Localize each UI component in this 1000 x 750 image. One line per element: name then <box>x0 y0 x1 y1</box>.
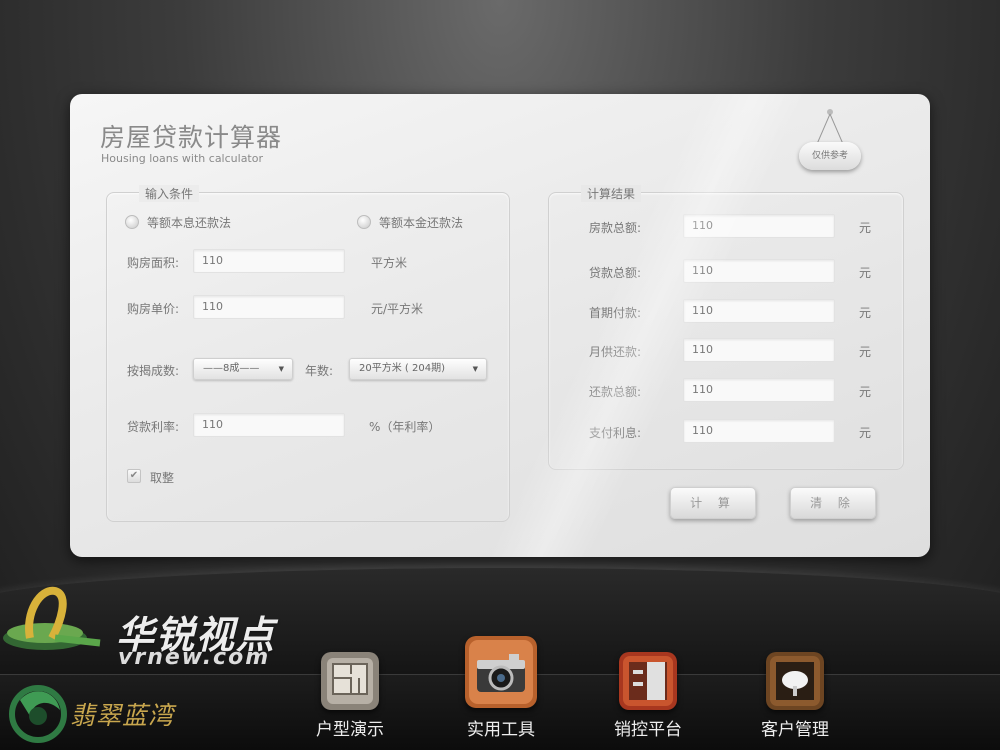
nav-item-sales-control[interactable]: 销控平台 <box>588 636 708 746</box>
price-unit: 元/平方米 <box>371 302 424 316</box>
result-total-price-value: 110 <box>683 214 835 238</box>
camera-icon <box>465 636 537 708</box>
rate-unit: %（年利率） <box>369 420 441 434</box>
result-monthly-payment-value: 110 <box>683 338 835 362</box>
ratio-label: 按揭成数: <box>127 364 180 378</box>
area-label: 购房面积: <box>127 256 180 270</box>
lamp-icon <box>766 652 824 710</box>
rate-input[interactable]: 110 <box>193 413 345 437</box>
results-legend: 计算结果 <box>581 185 642 202</box>
area-input[interactable]: 110 <box>193 249 345 273</box>
result-label: 支付利息: <box>589 426 642 440</box>
result-interest-value: 110 <box>683 419 835 443</box>
page-title: 房屋贷款计算器 <box>100 123 283 152</box>
result-down-payment-value: 110 <box>683 299 835 323</box>
radio-equal-interest-label: 等额本息还款法 <box>147 216 232 230</box>
radio-equal-interest[interactable] <box>125 215 139 229</box>
page-subtitle: Housing loans with calculator <box>101 152 263 165</box>
calculate-button[interactable]: 计 算 <box>670 487 756 519</box>
input-conditions-legend: 输入条件 <box>139 185 200 202</box>
result-unit: 元 <box>859 345 872 359</box>
result-unit: 元 <box>859 221 872 235</box>
result-label: 月供还款: <box>589 345 642 359</box>
result-label: 房款总额: <box>589 221 642 235</box>
clear-button[interactable]: 清 除 <box>790 487 876 519</box>
nav-label: 客户管理 <box>761 720 829 740</box>
nav-item-floorplan[interactable]: 户型演示 <box>290 636 410 746</box>
price-input[interactable]: 110 <box>193 295 345 319</box>
result-label: 贷款总额: <box>589 266 642 280</box>
radio-equal-principal[interactable] <box>357 215 371 229</box>
price-label: 购房单价: <box>127 302 180 316</box>
round-checkbox[interactable]: ✔ <box>127 469 141 483</box>
radio-equal-principal-label: 等额本金还款法 <box>379 216 464 230</box>
input-conditions-group: 输入条件 等额本息还款法 等额本金还款法 购房面积: 110 平方米 购房单价:… <box>106 185 510 522</box>
result-unit: 元 <box>859 385 872 399</box>
nav-label: 销控平台 <box>614 720 682 740</box>
checkmark-icon: ✔ <box>129 470 139 481</box>
result-label: 首期付款: <box>589 306 642 320</box>
nav-item-tools[interactable]: 实用工具 <box>441 636 561 746</box>
nav-label: 户型演示 <box>316 720 384 740</box>
watermark-url: vrnew.com <box>118 645 271 670</box>
nav-label: 实用工具 <box>467 720 535 740</box>
result-unit: 元 <box>859 426 872 440</box>
round-label: 取整 <box>150 471 175 485</box>
nav-item-customer-management[interactable]: 客户管理 <box>735 636 855 746</box>
years-select[interactable]: 20平方米 ( 204期) ▼ <box>349 358 487 380</box>
result-total-repayment-value: 110 <box>683 378 835 402</box>
floorplan-icon <box>321 652 379 710</box>
ratio-select-value: ——8成—— <box>203 363 260 374</box>
jade-bay-logo-icon <box>9 685 67 743</box>
years-select-value: 20平方米 ( 204期) <box>359 363 445 374</box>
ratio-select[interactable]: ——8成—— ▼ <box>193 358 293 380</box>
project-name: 翡翠蓝湾 <box>70 701 175 730</box>
result-unit: 元 <box>859 306 872 320</box>
calculator-panel: 房屋贷款计算器 Housing loans with calculator 仅供… <box>70 94 930 557</box>
chevron-down-icon: ▼ <box>472 365 478 373</box>
area-unit: 平方米 <box>371 256 408 270</box>
cabinet-icon <box>619 652 677 710</box>
vrnew-logo-icon <box>3 586 101 650</box>
rate-label: 贷款利率: <box>127 420 180 434</box>
result-total-loan-value: 110 <box>683 259 835 283</box>
result-unit: 元 <box>859 266 872 280</box>
reference-only-tag: 仅供参考 <box>799 142 861 170</box>
chevron-down-icon: ▼ <box>278 365 284 373</box>
years-label: 年数: <box>305 364 334 378</box>
result-label: 还款总额: <box>589 385 642 399</box>
results-group: 计算结果 房款总额: 110 元 贷款总额: 110 元 首期付款: 110 元… <box>548 185 904 470</box>
